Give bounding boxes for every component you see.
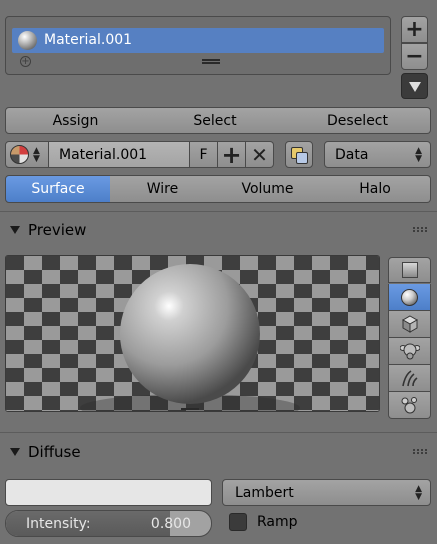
tab-surface[interactable]: Surface <box>5 175 111 203</box>
deselect-label: Deselect <box>327 112 388 129</box>
material-slot-item[interactable]: Material.001 <box>12 28 384 53</box>
ramp-checkbox[interactable] <box>229 513 247 531</box>
assign-label: Assign <box>52 112 99 129</box>
link-data-dropdown[interactable]: Data ▲ ▼ <box>324 141 431 168</box>
cube-icon <box>401 315 418 333</box>
material-slot-label: Material.001 <box>44 32 133 48</box>
specials-menu-button[interactable] <box>401 73 428 99</box>
preview-sphere-a-lot-button[interactable] <box>388 392 431 419</box>
preview-sphere <box>120 264 260 404</box>
material-name-value: Material.001 <box>59 146 148 163</box>
flat-icon <box>401 262 418 278</box>
preview-hair-button[interactable] <box>388 365 431 392</box>
plus-icon: + <box>405 17 424 42</box>
diffuse-color-swatch[interactable] <box>5 479 212 506</box>
panel-divider <box>0 211 437 212</box>
updown-arrows-icon: ▲ ▼ <box>415 483 422 502</box>
ramp-label: Ramp <box>257 514 298 530</box>
preview-cube-button[interactable] <box>388 311 431 338</box>
monkey-icon <box>399 343 420 360</box>
intensity-slider[interactable]: Intensity: 0.800 <box>5 510 212 537</box>
tab-halo[interactable]: Halo <box>320 175 431 203</box>
tab-volume-label: Volume <box>241 181 294 197</box>
panel-divider <box>0 432 437 433</box>
drag-grip-icon[interactable] <box>413 449 427 454</box>
diffuse-panel-header[interactable]: Diffuse <box>10 441 81 463</box>
tab-surface-label: Surface <box>31 181 85 197</box>
preview-panel-header[interactable]: Preview <box>10 219 86 241</box>
tab-halo-label: Halo <box>359 181 391 197</box>
drag-grip-icon[interactable] <box>413 227 427 232</box>
intensity-label: Intensity: <box>26 516 91 532</box>
collapse-triangle-icon <box>10 226 20 234</box>
diffuse-title: Diffuse <box>28 443 81 461</box>
intensity-value: 0.800 <box>150 516 191 532</box>
fake-user-button[interactable]: F <box>190 141 218 168</box>
copy-material-button[interactable] <box>285 141 313 168</box>
tab-wire-label: Wire <box>146 181 179 197</box>
tab-wire[interactable]: Wire <box>110 175 216 203</box>
unlink-material-button[interactable]: ✕ <box>246 141 274 168</box>
material-browse-icon <box>10 145 29 164</box>
material-sphere-icon <box>18 31 37 50</box>
diffuse-shader-dropdown[interactable]: Lambert ▲ ▼ <box>222 479 431 506</box>
hair-icon <box>401 370 418 387</box>
select-button[interactable]: Select <box>145 107 286 134</box>
expand-list-icon[interactable]: + <box>20 56 31 67</box>
preview-sphere-button[interactable] <box>388 284 431 311</box>
triangle-down-icon <box>409 82 421 92</box>
sphere-icon <box>401 288 418 306</box>
copy-icon <box>291 146 308 164</box>
link-data-value: Data <box>335 146 369 163</box>
material-slot-list: Material.001 + <box>5 16 391 75</box>
collapse-triangle-icon <box>10 448 20 456</box>
preview-title: Preview <box>28 221 87 239</box>
updown-arrows-icon: ▲ ▼ <box>33 145 40 164</box>
new-material-button[interactable]: + <box>218 140 246 169</box>
updown-arrows-icon: ▲ ▼ <box>415 145 422 164</box>
preview-render <box>5 255 380 412</box>
fake-user-label: F <box>199 146 208 163</box>
remove-slot-button[interactable]: − <box>401 43 428 70</box>
minus-icon: − <box>405 44 424 69</box>
deselect-button[interactable]: Deselect <box>285 107 431 134</box>
preview-resize-grip-icon[interactable] <box>181 408 199 411</box>
sphere-a-lot-icon <box>401 397 417 414</box>
checker-background <box>6 256 379 411</box>
tab-volume[interactable]: Volume <box>215 175 321 203</box>
resize-grip-icon[interactable] <box>202 59 220 64</box>
preview-flat-button[interactable] <box>388 257 431 283</box>
select-label: Select <box>193 112 237 129</box>
diffuse-shader-value: Lambert <box>235 484 294 501</box>
assign-button[interactable]: Assign <box>5 107 146 134</box>
preview-monkey-button[interactable] <box>388 338 431 365</box>
plus-icon: + <box>221 140 242 169</box>
close-icon: ✕ <box>251 142 268 167</box>
add-slot-button[interactable]: + <box>401 16 428 43</box>
material-name-field[interactable]: Material.001 <box>49 141 190 168</box>
browse-material-button[interactable]: ▲ ▼ <box>5 141 49 168</box>
